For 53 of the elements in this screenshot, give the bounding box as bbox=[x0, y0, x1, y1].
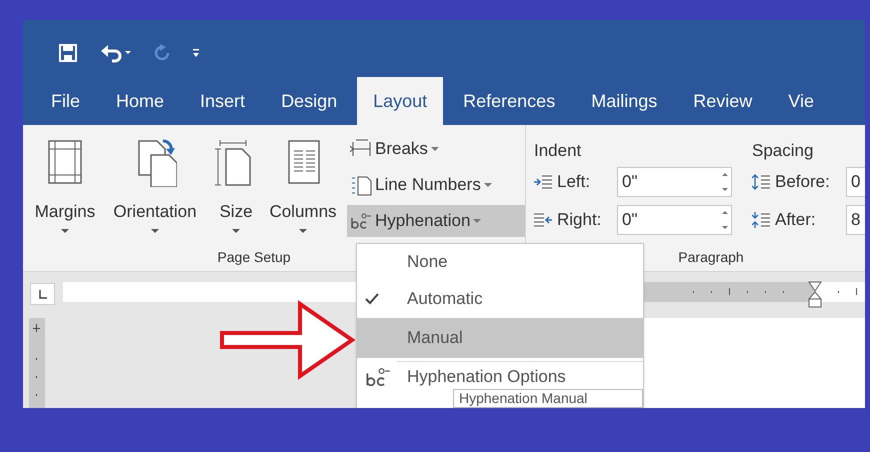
left-indent-icon bbox=[534, 173, 554, 191]
caret-icon bbox=[484, 182, 492, 188]
ribbon-tab[interactable]: Insert bbox=[184, 77, 262, 125]
ruler-corner[interactable] bbox=[30, 283, 55, 305]
group-label: Paragraph bbox=[678, 248, 744, 267]
ribbon-button[interactable]: Margins bbox=[27, 133, 103, 247]
spin-field[interactable]: 0 bbox=[846, 167, 865, 197]
menu-item[interactable]: Hyphenation Options bbox=[357, 365, 643, 389]
field-label: Before: bbox=[775, 171, 831, 194]
field-label: Right: bbox=[557, 209, 602, 232]
menu-item[interactable]: Manual bbox=[357, 318, 643, 358]
menu-item[interactable]: None bbox=[357, 244, 643, 280]
ribbon-tab[interactable]: Vie bbox=[772, 77, 830, 125]
right-indent-icon bbox=[534, 211, 554, 229]
after-spacing-icon bbox=[752, 211, 772, 229]
menu-item[interactable]: Automatic bbox=[357, 280, 643, 318]
undo-icon[interactable] bbox=[100, 42, 132, 62]
redo-icon bbox=[154, 44, 170, 62]
spin-field[interactable]: 0" bbox=[617, 205, 732, 235]
spin-field[interactable]: 8 bbox=[846, 205, 865, 235]
ribbon-tab[interactable]: File bbox=[35, 77, 96, 125]
group-label: Page Setup bbox=[217, 248, 291, 267]
ribbon-button[interactable]: Size bbox=[207, 133, 265, 247]
ribbon-tab[interactable]: References bbox=[447, 77, 572, 125]
ribbon-button[interactable]: Breaks bbox=[347, 133, 525, 165]
field-label: After: bbox=[775, 209, 817, 232]
spinner-icon[interactable] bbox=[721, 209, 729, 231]
group-heading: Indent bbox=[534, 140, 582, 160]
ribbon-tab[interactable]: Mailings bbox=[575, 77, 674, 125]
group-heading: Spacing bbox=[752, 140, 814, 160]
ribbon-button[interactable]: Line Numbers bbox=[347, 169, 525, 201]
field-label: Left: bbox=[557, 171, 592, 194]
caret-icon bbox=[151, 228, 159, 234]
ribbon-button[interactable]: Hyphenation bbox=[347, 205, 525, 237]
caret-icon bbox=[430, 146, 439, 152]
before-spacing-icon bbox=[752, 173, 772, 191]
spinner-icon[interactable] bbox=[721, 171, 729, 193]
ribbon-tab[interactable]: Layout bbox=[357, 77, 444, 125]
caret-icon bbox=[61, 228, 69, 234]
ribbon-tab[interactable]: Home bbox=[100, 77, 180, 125]
ribbon-tab[interactable]: Design bbox=[265, 77, 354, 125]
caret-icon bbox=[299, 228, 307, 234]
spin-field[interactable]: 0" bbox=[617, 167, 732, 197]
caret-icon bbox=[473, 218, 482, 224]
ribbon-button[interactable]: Columns bbox=[265, 133, 341, 247]
ribbon-tab[interactable]: Review bbox=[677, 77, 768, 125]
ribbon-button[interactable]: Orientation bbox=[103, 133, 207, 247]
tooltip: Hyphenation Manual bbox=[453, 389, 643, 408]
line-numbers-icon bbox=[350, 174, 372, 196]
caret-icon bbox=[232, 228, 240, 234]
save-icon[interactable] bbox=[58, 42, 78, 62]
customize-toolbar-icon[interactable] bbox=[192, 46, 200, 58]
left-tab-icon bbox=[38, 290, 47, 298]
